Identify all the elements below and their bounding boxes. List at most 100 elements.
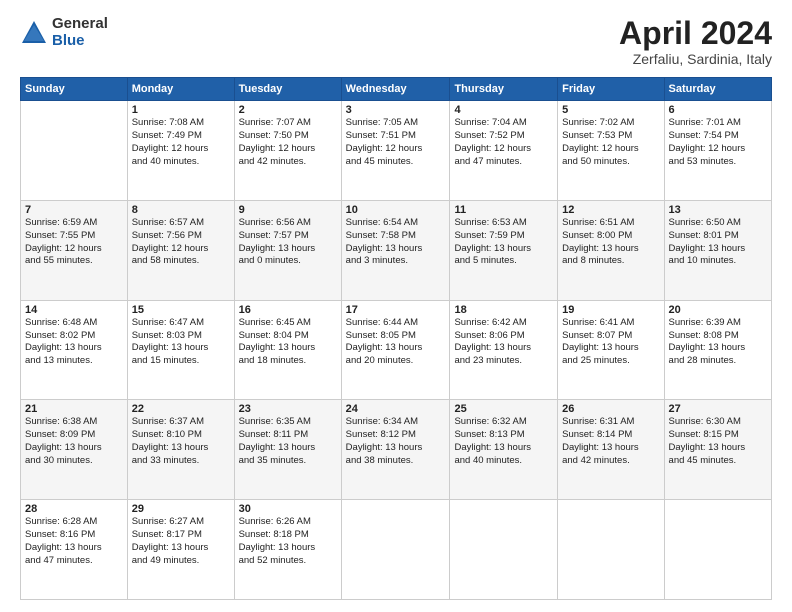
day-number: 11 (454, 204, 553, 216)
day-number: 18 (454, 304, 553, 316)
day-cell: 7Sunrise: 6:59 AM Sunset: 7:55 PM Daylig… (21, 200, 128, 300)
day-number: 25 (454, 403, 553, 415)
day-number: 4 (454, 104, 553, 116)
week-row-4: 21Sunrise: 6:38 AM Sunset: 8:09 PM Dayli… (21, 400, 772, 500)
day-info: Sunrise: 6:41 AM Sunset: 8:07 PM Dayligh… (562, 317, 659, 368)
day-cell (341, 500, 450, 600)
weekday-header-tuesday: Tuesday (234, 78, 341, 101)
day-number: 8 (132, 204, 230, 216)
day-number: 7 (25, 204, 123, 216)
weekday-header-friday: Friday (558, 78, 664, 101)
day-info: Sunrise: 6:35 AM Sunset: 8:11 PM Dayligh… (239, 416, 337, 467)
month-title: April 2024 (619, 16, 772, 51)
day-number: 23 (239, 403, 337, 415)
day-cell: 4Sunrise: 7:04 AM Sunset: 7:52 PM Daylig… (450, 101, 558, 201)
day-cell: 16Sunrise: 6:45 AM Sunset: 8:04 PM Dayli… (234, 300, 341, 400)
weekday-header-row: SundayMondayTuesdayWednesdayThursdayFrid… (21, 78, 772, 101)
day-cell: 18Sunrise: 6:42 AM Sunset: 8:06 PM Dayli… (450, 300, 558, 400)
calendar: SundayMondayTuesdayWednesdayThursdayFrid… (20, 77, 772, 600)
day-cell: 22Sunrise: 6:37 AM Sunset: 8:10 PM Dayli… (127, 400, 234, 500)
weekday-header-thursday: Thursday (450, 78, 558, 101)
day-info: Sunrise: 6:57 AM Sunset: 7:56 PM Dayligh… (132, 217, 230, 268)
day-info: Sunrise: 7:08 AM Sunset: 7:49 PM Dayligh… (132, 117, 230, 168)
day-cell (450, 500, 558, 600)
day-cell: 5Sunrise: 7:02 AM Sunset: 7:53 PM Daylig… (558, 101, 664, 201)
day-info: Sunrise: 6:44 AM Sunset: 8:05 PM Dayligh… (346, 317, 446, 368)
day-number: 22 (132, 403, 230, 415)
day-cell: 8Sunrise: 6:57 AM Sunset: 7:56 PM Daylig… (127, 200, 234, 300)
day-cell: 27Sunrise: 6:30 AM Sunset: 8:15 PM Dayli… (664, 400, 771, 500)
day-info: Sunrise: 7:02 AM Sunset: 7:53 PM Dayligh… (562, 117, 659, 168)
day-info: Sunrise: 6:30 AM Sunset: 8:15 PM Dayligh… (669, 416, 767, 467)
weekday-header-sunday: Sunday (21, 78, 128, 101)
day-cell: 30Sunrise: 6:26 AM Sunset: 8:18 PM Dayli… (234, 500, 341, 600)
day-number: 26 (562, 403, 659, 415)
day-info: Sunrise: 6:51 AM Sunset: 8:00 PM Dayligh… (562, 217, 659, 268)
day-cell (21, 101, 128, 201)
day-info: Sunrise: 6:59 AM Sunset: 7:55 PM Dayligh… (25, 217, 123, 268)
day-info: Sunrise: 7:07 AM Sunset: 7:50 PM Dayligh… (239, 117, 337, 168)
day-info: Sunrise: 6:39 AM Sunset: 8:08 PM Dayligh… (669, 317, 767, 368)
day-number: 10 (346, 204, 446, 216)
day-cell: 1Sunrise: 7:08 AM Sunset: 7:49 PM Daylig… (127, 101, 234, 201)
logo-icon (20, 19, 48, 47)
day-cell: 17Sunrise: 6:44 AM Sunset: 8:05 PM Dayli… (341, 300, 450, 400)
day-number: 6 (669, 104, 767, 116)
weekday-header-saturday: Saturday (664, 78, 771, 101)
day-info: Sunrise: 6:28 AM Sunset: 8:16 PM Dayligh… (25, 516, 123, 567)
day-info: Sunrise: 7:01 AM Sunset: 7:54 PM Dayligh… (669, 117, 767, 168)
day-cell: 14Sunrise: 6:48 AM Sunset: 8:02 PM Dayli… (21, 300, 128, 400)
day-cell: 2Sunrise: 7:07 AM Sunset: 7:50 PM Daylig… (234, 101, 341, 201)
day-number: 27 (669, 403, 767, 415)
day-info: Sunrise: 6:27 AM Sunset: 8:17 PM Dayligh… (132, 516, 230, 567)
day-cell: 24Sunrise: 6:34 AM Sunset: 8:12 PM Dayli… (341, 400, 450, 500)
week-row-2: 7Sunrise: 6:59 AM Sunset: 7:55 PM Daylig… (21, 200, 772, 300)
logo-text: General Blue (52, 16, 108, 49)
day-info: Sunrise: 6:53 AM Sunset: 7:59 PM Dayligh… (454, 217, 553, 268)
logo: General Blue (20, 16, 108, 49)
day-number: 14 (25, 304, 123, 316)
day-number: 3 (346, 104, 446, 116)
day-number: 5 (562, 104, 659, 116)
day-number: 19 (562, 304, 659, 316)
day-cell: 23Sunrise: 6:35 AM Sunset: 8:11 PM Dayli… (234, 400, 341, 500)
day-number: 9 (239, 204, 337, 216)
day-cell: 20Sunrise: 6:39 AM Sunset: 8:08 PM Dayli… (664, 300, 771, 400)
day-cell: 21Sunrise: 6:38 AM Sunset: 8:09 PM Dayli… (21, 400, 128, 500)
day-info: Sunrise: 6:47 AM Sunset: 8:03 PM Dayligh… (132, 317, 230, 368)
day-number: 1 (132, 104, 230, 116)
day-info: Sunrise: 7:04 AM Sunset: 7:52 PM Dayligh… (454, 117, 553, 168)
day-info: Sunrise: 7:05 AM Sunset: 7:51 PM Dayligh… (346, 117, 446, 168)
day-info: Sunrise: 6:37 AM Sunset: 8:10 PM Dayligh… (132, 416, 230, 467)
day-info: Sunrise: 6:42 AM Sunset: 8:06 PM Dayligh… (454, 317, 553, 368)
day-info: Sunrise: 6:38 AM Sunset: 8:09 PM Dayligh… (25, 416, 123, 467)
header: General Blue April 2024 Zerfaliu, Sardin… (20, 16, 772, 67)
week-row-3: 14Sunrise: 6:48 AM Sunset: 8:02 PM Dayli… (21, 300, 772, 400)
day-cell: 28Sunrise: 6:28 AM Sunset: 8:16 PM Dayli… (21, 500, 128, 600)
day-number: 24 (346, 403, 446, 415)
day-cell: 25Sunrise: 6:32 AM Sunset: 8:13 PM Dayli… (450, 400, 558, 500)
day-info: Sunrise: 6:56 AM Sunset: 7:57 PM Dayligh… (239, 217, 337, 268)
week-row-1: 1Sunrise: 7:08 AM Sunset: 7:49 PM Daylig… (21, 101, 772, 201)
day-cell: 19Sunrise: 6:41 AM Sunset: 8:07 PM Dayli… (558, 300, 664, 400)
day-number: 20 (669, 304, 767, 316)
day-number: 21 (25, 403, 123, 415)
day-cell: 6Sunrise: 7:01 AM Sunset: 7:54 PM Daylig… (664, 101, 771, 201)
page: General Blue April 2024 Zerfaliu, Sardin… (0, 0, 792, 612)
day-cell (664, 500, 771, 600)
week-row-5: 28Sunrise: 6:28 AM Sunset: 8:16 PM Dayli… (21, 500, 772, 600)
day-number: 13 (669, 204, 767, 216)
day-number: 12 (562, 204, 659, 216)
day-info: Sunrise: 6:50 AM Sunset: 8:01 PM Dayligh… (669, 217, 767, 268)
day-number: 2 (239, 104, 337, 116)
day-cell: 11Sunrise: 6:53 AM Sunset: 7:59 PM Dayli… (450, 200, 558, 300)
day-info: Sunrise: 6:32 AM Sunset: 8:13 PM Dayligh… (454, 416, 553, 467)
day-cell: 13Sunrise: 6:50 AM Sunset: 8:01 PM Dayli… (664, 200, 771, 300)
day-number: 16 (239, 304, 337, 316)
weekday-header-monday: Monday (127, 78, 234, 101)
day-info: Sunrise: 6:26 AM Sunset: 8:18 PM Dayligh… (239, 516, 337, 567)
day-number: 29 (132, 503, 230, 515)
day-number: 15 (132, 304, 230, 316)
day-number: 30 (239, 503, 337, 515)
day-cell (558, 500, 664, 600)
